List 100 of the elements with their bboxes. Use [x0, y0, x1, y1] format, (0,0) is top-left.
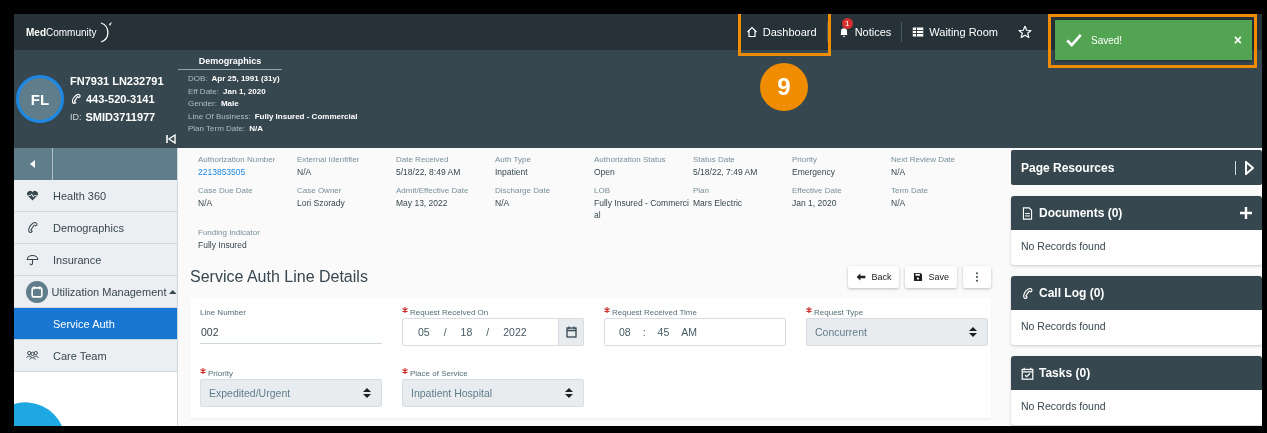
field-value: N/A	[495, 197, 511, 209]
collapse-icon[interactable]	[166, 134, 176, 144]
table-icon	[912, 26, 925, 38]
expand-icon[interactable]	[1235, 160, 1254, 175]
umbrella-icon	[26, 253, 39, 266]
field-label: Request Received Time	[612, 307, 697, 317]
required-icon	[806, 307, 812, 313]
field-label: DOB:	[188, 73, 208, 85]
sidebar-item[interactable]: Insurance	[14, 244, 177, 276]
empty-message: No Records found	[1020, 319, 1107, 334]
field-value: N/A	[891, 197, 907, 209]
field-label: Plan Term Date:	[188, 123, 246, 135]
check-icon	[1065, 31, 1083, 49]
field-label: Priority	[792, 154, 818, 166]
notification-badge: 1	[841, 18, 853, 29]
field-value: 5/18/22, 8:49 AM	[396, 166, 462, 178]
field-label: Case Due Date	[198, 185, 254, 197]
avatar: FL	[16, 75, 64, 123]
field-label: Gender:	[188, 98, 217, 110]
phone-icon	[1021, 286, 1034, 300]
dropdown[interactable]: Inpatient Hospital	[402, 379, 584, 407]
floppy-icon	[913, 272, 924, 282]
back-button[interactable]: Back	[848, 266, 900, 288]
nav-link[interactable]: 1 Notices	[826, 22, 902, 42]
field-label: Authorization Status	[594, 154, 667, 166]
field-label: Place of Service	[410, 368, 468, 378]
calendar-icon	[26, 280, 48, 303]
sort-caret-icon	[363, 388, 371, 398]
document-icon	[1021, 206, 1034, 220]
field-value: 5/18/22, 7:49 AM	[693, 166, 759, 178]
phone-icon	[26, 221, 39, 234]
nav-link[interactable]: Dashboard	[735, 22, 827, 42]
save-button[interactable]: Save	[905, 266, 957, 288]
field-value: Emergency	[792, 166, 836, 178]
heart-icon	[26, 189, 39, 202]
dropdown[interactable]: Concurrent	[806, 318, 988, 346]
field-label: LOB	[594, 185, 611, 197]
field-value: Lori Szorady	[297, 197, 346, 209]
sort-caret-icon	[565, 388, 573, 398]
empty-message: No Records found	[1020, 399, 1107, 414]
time-field[interactable]: 08 : 45 AM	[605, 319, 785, 345]
field-value: Fully Insured - Commercial	[594, 197, 690, 221]
section-title: Service Auth Line Details	[190, 268, 368, 286]
field-value: Inpatient	[495, 166, 529, 178]
field-label: Eff Date:	[188, 85, 219, 98]
sidebar-item[interactable]: Health 360	[14, 180, 177, 212]
nav-link[interactable]: Waiting Room	[901, 22, 1008, 42]
star-icon	[1018, 25, 1032, 39]
field-value: Fully Insured - Commercial	[254, 110, 358, 123]
required-icon	[200, 368, 206, 374]
phone-icon	[70, 93, 82, 105]
authorization-link[interactable]: 2213853505	[198, 166, 294, 178]
field-label: Date Received	[396, 154, 450, 166]
required-icon	[604, 307, 610, 313]
card-title: Call Log (0)	[1039, 286, 1106, 300]
field-label: Request Type	[814, 307, 864, 317]
patient-name: FN7931 LN232791	[70, 75, 164, 87]
field-label: Discharge Date	[495, 185, 552, 197]
field-value: May 13, 2022	[396, 197, 449, 209]
field-value: Apr 25, 1991 (31y)	[211, 73, 280, 85]
home-icon	[745, 26, 758, 38]
people-icon	[26, 349, 39, 362]
field-label: Term Date	[891, 185, 929, 197]
field-label: Line Of Business:	[188, 110, 251, 123]
phone-number: 443-520-3141	[86, 93, 155, 105]
required-icon	[402, 307, 408, 313]
field-label: Funding Indicator	[198, 227, 261, 239]
field-value: N/A	[891, 166, 907, 178]
field-value: Jan 1, 2020	[792, 197, 838, 209]
dropdown[interactable]: Expedited/Urgent	[200, 379, 382, 407]
plus-icon[interactable]	[1240, 207, 1252, 219]
demographics-tab[interactable]: Demographics	[178, 56, 282, 70]
sort-caret-icon	[969, 327, 977, 337]
app-logo: MedCommunity	[26, 26, 97, 38]
collapse-icon[interactable]	[28, 159, 38, 169]
input-field[interactable]: 002	[200, 318, 382, 344]
calendar-check-icon	[1021, 366, 1034, 380]
field-label: Next Review Date	[891, 154, 957, 166]
card-title: Documents (0)	[1039, 206, 1124, 220]
sidebar-item[interactable]: Care Team	[14, 340, 177, 372]
field-label: Effective Date	[792, 185, 843, 197]
field-label: Plan	[693, 185, 710, 197]
field-label: Line Number	[200, 307, 246, 317]
sidebar-item[interactable]: Demographics	[14, 212, 177, 244]
caret-up-icon	[169, 287, 177, 296]
panel-title: Page Resources	[1021, 160, 1115, 175]
field-label: Admit/Effective Date	[396, 185, 470, 197]
toast-message: Saved!	[1091, 34, 1124, 46]
card-title: Tasks (0)	[1039, 366, 1092, 380]
field-label: Auth Type	[495, 154, 532, 166]
sidebar-item[interactable]: Service Auth	[14, 308, 177, 340]
field-label: Status Date	[693, 154, 736, 166]
field-label: External Identifier	[297, 154, 361, 166]
id-label: ID:	[70, 112, 82, 122]
field-value: Mars Electric	[693, 197, 744, 209]
field-value: Open	[594, 166, 616, 178]
field-value: N/A	[297, 166, 313, 178]
field-label: Priority	[208, 368, 233, 378]
sidebar-item[interactable]: Utilization Management	[14, 276, 177, 308]
field-label: Case Owner	[297, 185, 343, 197]
